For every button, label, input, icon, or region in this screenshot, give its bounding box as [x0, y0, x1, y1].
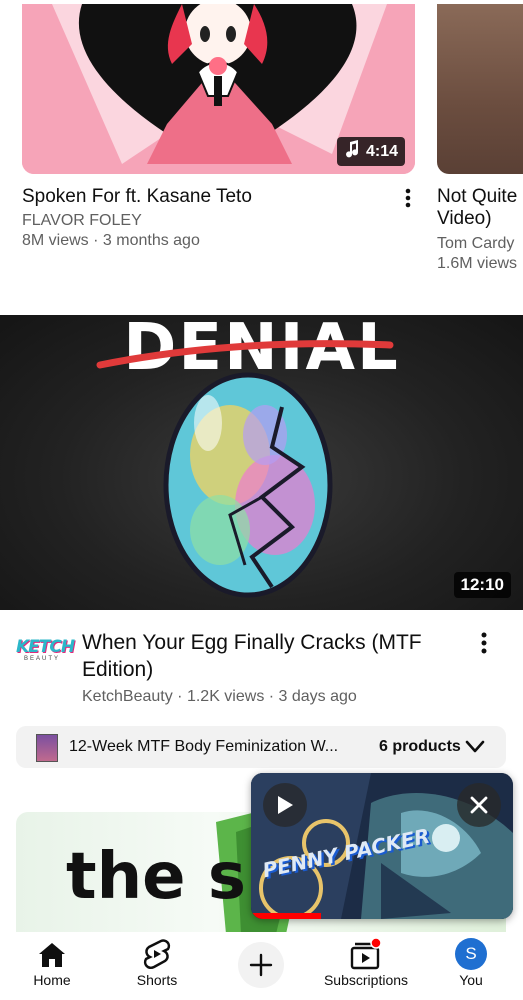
- main-video-thumbnail[interactable]: DENIAL 12:10: [0, 315, 523, 610]
- avatar: S: [455, 938, 487, 970]
- shelf-video-title-2-line2[interactable]: Video): [437, 208, 492, 230]
- music-note-icon: [344, 140, 360, 163]
- nav-subscriptions[interactable]: Subscriptions: [321, 932, 411, 1000]
- product-count: 6 products: [379, 738, 461, 755]
- create-button[interactable]: [238, 942, 284, 988]
- duration-text: 4:14: [365, 142, 398, 160]
- shelf-video-channel-2[interactable]: Tom Cardy: [437, 234, 523, 254]
- play-icon: [278, 796, 293, 814]
- shelf-video-title-1[interactable]: Spoken For ft. Kasane Teto: [22, 186, 382, 208]
- product-thumbnail: [36, 734, 58, 762]
- shelf-video-channel-1[interactable]: FLAVOR FOLEY: [22, 211, 142, 231]
- nav-home[interactable]: Home: [7, 932, 97, 1000]
- main-video-duration-badge: 12:10: [453, 572, 511, 598]
- duration-badge: 4:14: [336, 137, 405, 166]
- next-video-thumbnail-text: the s: [66, 840, 246, 914]
- notification-dot-icon: [370, 938, 382, 949]
- chevron-down-icon[interactable]: [465, 740, 485, 759]
- channel-avatar-ketchbeauty[interactable]: KETCH BEAUTY: [16, 637, 75, 666]
- subscriptions-icon: [350, 938, 382, 970]
- play-button[interactable]: [263, 783, 307, 827]
- product-shelf-label: 12-Week MTF Body Feminization W...: [69, 738, 339, 755]
- main-video-more-options-icon[interactable]: [476, 630, 492, 656]
- home-icon: [39, 943, 65, 967]
- close-icon: [470, 796, 488, 814]
- shelf-video-meta-1: 8M views · 3 months ago: [22, 232, 200, 249]
- shelf-video-thumbnail-2[interactable]: [437, 4, 523, 174]
- create-icon: [249, 953, 273, 977]
- nav-home-label: Home: [33, 972, 71, 988]
- nav-shorts-label: Shorts: [136, 972, 178, 988]
- channel-logo-subtext: BEAUTY: [24, 656, 61, 662]
- product-shelf-bar[interactable]: 12-Week MTF Body Feminization W... 6 pro…: [16, 726, 506, 768]
- main-video-meta: KetchBeauty · 1.2K views · 3 days ago: [82, 688, 357, 705]
- nav-subscriptions-label: Subscriptions: [323, 972, 409, 988]
- nav-you-label: You: [459, 972, 483, 988]
- nav-shorts[interactable]: Shorts: [112, 932, 202, 1000]
- more-options-icon[interactable]: [400, 186, 416, 210]
- cracked-egg-art: [96, 340, 394, 598]
- shelf-video-title-2-line1[interactable]: Not Quite: [437, 186, 523, 208]
- close-mini-player-button[interactable]: [457, 783, 501, 827]
- channel-logo-text: KETCH: [16, 637, 75, 657]
- mini-player[interactable]: PENNY PACKER: [251, 773, 513, 919]
- shelf-video-meta-2: 1.6M views: [437, 255, 518, 272]
- shelf-video-thumbnail-1[interactable]: 4:14: [22, 4, 415, 174]
- bottom-navigation-bar: Home Shorts Subscriptions S You: [0, 932, 523, 1000]
- nav-create[interactable]: [216, 932, 306, 1000]
- nav-you[interactable]: S You: [426, 932, 516, 1000]
- main-video-title[interactable]: When Your Egg Finally Cracks (MTF Editio…: [82, 629, 452, 683]
- shorts-icon: [143, 939, 171, 969]
